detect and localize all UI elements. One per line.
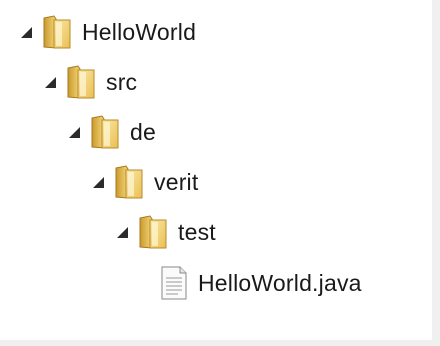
tree-node-helloworld[interactable]: HelloWorld <box>18 12 196 52</box>
tree-node-label: HelloWorld.java <box>198 269 362 296</box>
collapse-arrow-icon[interactable] <box>90 162 106 202</box>
folder-icon <box>139 215 167 249</box>
folder-icon <box>43 15 71 49</box>
folder-icon <box>67 65 95 99</box>
collapse-arrow-icon[interactable] <box>66 112 82 152</box>
tree-node-label: de <box>130 118 156 145</box>
tree-node-label: test <box>178 218 216 245</box>
folder-icon <box>115 165 143 199</box>
tree-node-test[interactable]: test <box>114 212 216 252</box>
tree-node-src[interactable]: src <box>42 62 137 102</box>
java-file-icon <box>161 266 187 300</box>
file-tree-panel: HelloWorld src de verit test HelloWorld.… <box>0 0 440 346</box>
panel-bottom-edge <box>0 340 440 346</box>
tree-node-label: HelloWorld <box>82 18 197 45</box>
tree-node-helloworld-java[interactable]: HelloWorld.java <box>134 263 362 303</box>
collapse-arrow-icon[interactable] <box>42 62 58 102</box>
tree-node-verit[interactable]: verit <box>90 162 198 202</box>
panel-right-edge <box>432 0 440 346</box>
folder-icon <box>91 115 119 149</box>
tree-node-label: verit <box>154 168 199 195</box>
tree-node-label: src <box>106 68 138 95</box>
tree-node-de[interactable]: de <box>66 112 156 152</box>
no-expander <box>134 263 150 303</box>
collapse-arrow-icon[interactable] <box>114 212 130 252</box>
collapse-arrow-icon[interactable] <box>18 12 34 52</box>
